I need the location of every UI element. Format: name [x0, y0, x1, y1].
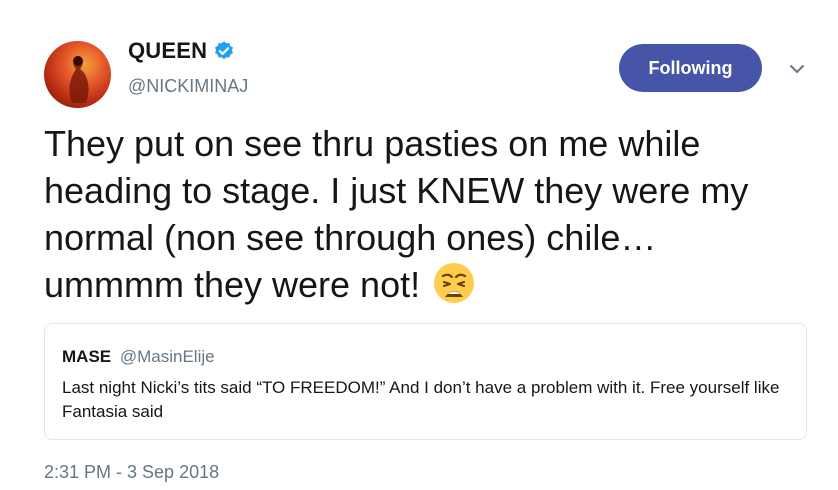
verified-badge-icon	[215, 41, 234, 60]
quoted-tweet[interactable]: MASE @MasinElije Last night Nicki’s tits…	[44, 323, 807, 440]
tweet-timestamp[interactable]: 2:31 PM - 3 Sep 2018	[44, 462, 219, 483]
quoted-tweet-author-name: MASE	[62, 347, 112, 366]
tweet-text: They put on see thru pasties on me while…	[44, 120, 804, 308]
quoted-tweet-text: Last night Nicki’s tits said “TO FREEDOM…	[62, 378, 780, 421]
chevron-down-icon[interactable]	[785, 60, 809, 78]
display-name-row: QUEEN	[128, 38, 235, 64]
display-name[interactable]: QUEEN	[128, 38, 207, 64]
quoted-tweet-author-handle: @MasinElije	[119, 347, 215, 366]
following-button[interactable]: Following	[619, 44, 762, 92]
user-handle[interactable]: @NICKIMINAJ	[128, 76, 248, 97]
weary-face-icon	[434, 263, 475, 303]
quoted-tweet-header: MASE @MasinElije	[62, 347, 215, 367]
tweet-body: They put on see thru pasties on me while…	[44, 123, 749, 305]
avatar-figure-icon	[69, 56, 89, 103]
avatar[interactable]	[44, 41, 111, 108]
